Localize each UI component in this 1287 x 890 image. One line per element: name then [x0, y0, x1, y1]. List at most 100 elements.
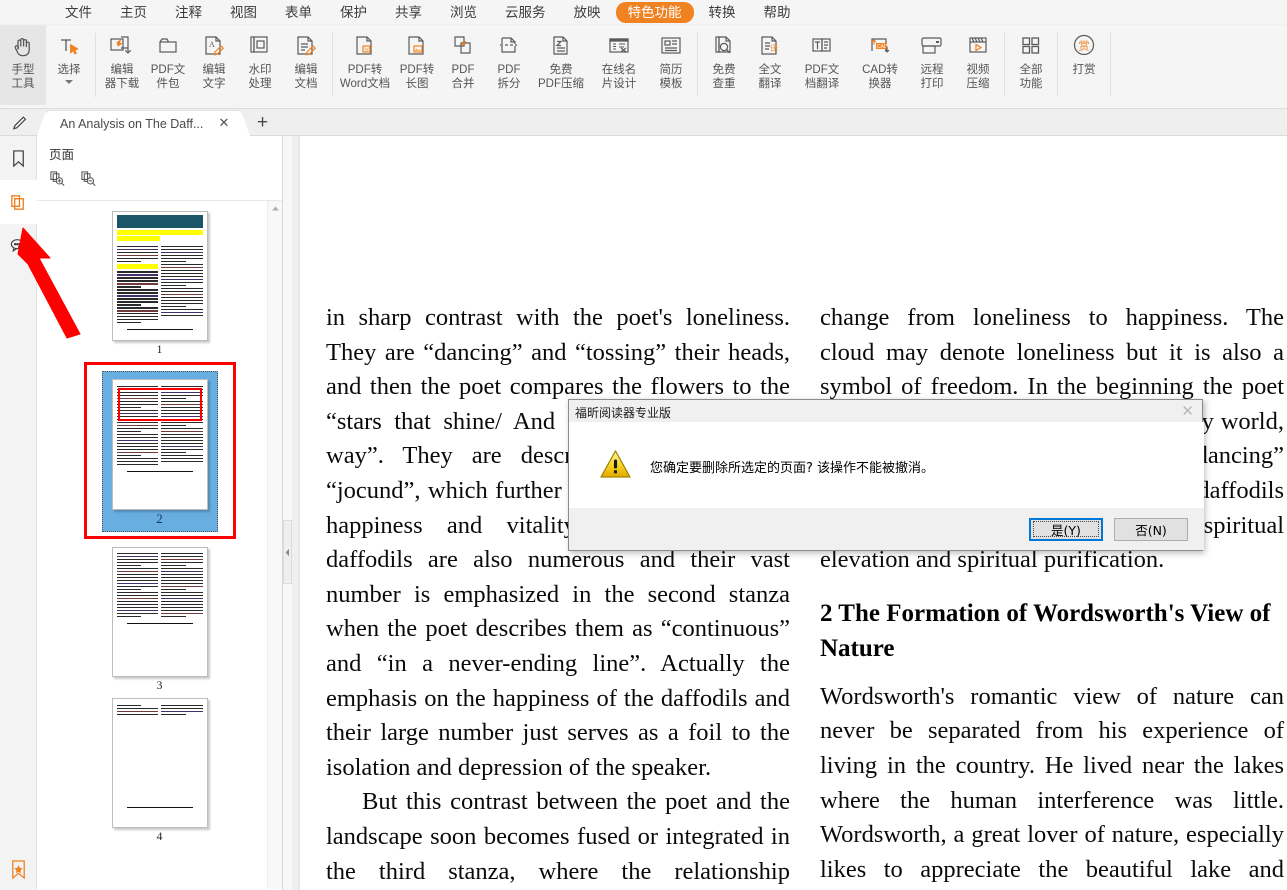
thumbnail-page-number: 3 [157, 680, 163, 692]
ribbon-pdf-package[interactable]: PDF文 件包 [145, 25, 191, 105]
menu-item-cloud[interactable]: 云服务 [492, 2, 559, 23]
thumbnail-scroll-area[interactable]: 1 [37, 201, 282, 889]
page-zoom-in-icon[interactable] [49, 170, 66, 192]
ribbon-all-features-label: 全部 功能 [1020, 64, 1043, 91]
pdf-split-icon [491, 30, 527, 62]
warning-triangle-icon [599, 449, 632, 483]
menu-item-present[interactable]: 放映 [561, 2, 614, 23]
ribbon-edit-doc[interactable]: 编辑 文档 [283, 25, 329, 105]
watermark-icon [242, 30, 278, 62]
thumbnail-page-3[interactable]: 3 [95, 547, 225, 692]
page-preview [112, 211, 208, 341]
ribbon-pdf-to-image-label: PDF转 长图 [400, 64, 435, 91]
sidebar-item-bookmarks[interactable] [0, 136, 37, 180]
page-highlight [117, 230, 203, 235]
thumbnail-page-number: 1 [157, 344, 163, 356]
right-text-column: change from loneliness to happiness. The… [820, 301, 1284, 890]
yes-button[interactable]: 是(Y) [1029, 518, 1103, 541]
ribbon-pdf-split[interactable]: PDF 拆分 [486, 25, 532, 105]
ribbon-editor-download-label: 编辑 器下载 [105, 64, 140, 91]
thumbnail-page-4[interactable]: 4 [95, 698, 225, 843]
bookmark-icon [10, 149, 27, 168]
page-preview [112, 379, 208, 510]
close-icon[interactable]: ✕ [217, 116, 231, 130]
video-compress-icon [960, 30, 996, 62]
pdf-merge-icon [445, 30, 481, 62]
ribbon-plagiarism-check[interactable]: 免费 查重 [701, 25, 747, 105]
menu-item-home[interactable]: 主页 [107, 2, 160, 23]
panel-collapse-handle[interactable] [283, 520, 292, 584]
menu-item-form[interactable]: 表单 [272, 2, 325, 23]
ribbon-divider [1110, 33, 1111, 97]
close-icon[interactable]: ✕ [1181, 404, 1194, 419]
left-text-column: in sharp contrast with the poet's loneli… [326, 301, 790, 890]
ribbon-pdf-merge[interactable]: PDF 合并 [440, 25, 486, 105]
thumbnail-scrollbar[interactable] [267, 201, 282, 889]
menu-item-file[interactable]: 文件 [52, 2, 105, 23]
page-preview [112, 698, 208, 828]
scroll-up-icon[interactable] [268, 201, 282, 216]
ribbon-reward[interactable]: 赏 打赏 [1061, 25, 1107, 105]
menu-item-share[interactable]: 共享 [382, 2, 435, 23]
thumbnail-page-2[interactable]: 2 [84, 362, 236, 539]
menu-item-help[interactable]: 帮助 [751, 2, 804, 23]
no-button[interactable]: 否(N) [1114, 518, 1188, 541]
page-region-highlight [118, 388, 202, 421]
ribbon-edit-text[interactable]: A 编辑 文字 [191, 25, 237, 105]
svg-text:A: A [209, 40, 215, 49]
menu-item-browse[interactable]: 浏览 [437, 2, 490, 23]
new-tab-button[interactable]: + [257, 113, 268, 132]
ribbon-pdf-compress[interactable]: 免费 PDF压缩 [532, 25, 590, 105]
ribbon-watermark-label: 水印 处理 [249, 64, 272, 91]
ribbon-remote-print[interactable]: 远程 打印 [909, 25, 955, 105]
page-zoom-out-icon[interactable] [80, 170, 97, 192]
ribbon-watermark[interactable]: 水印 处理 [237, 25, 283, 105]
sidebar-item-comments[interactable] [0, 224, 37, 268]
menu-item-protect[interactable]: 保护 [327, 2, 380, 23]
ribbon-cad-converter[interactable]: CAD CAD转 换器 [851, 25, 909, 105]
svg-text:W: W [364, 47, 370, 53]
page-columns [113, 246, 207, 325]
ribbon-pdf-doc-translate-label: PDF文 档翻译 [805, 64, 840, 91]
pages-panel-title: 页面 [49, 144, 282, 163]
ribbon-pdf-doc-translate[interactable]: PDF文 档翻译 [793, 25, 851, 105]
ribbon-all-features[interactable]: 全部 功能 [1008, 25, 1054, 105]
edit-doc-icon [288, 30, 324, 62]
document-tab[interactable]: An Analysis on The Daff... ✕ [46, 111, 241, 136]
paragraph: But this contrast between the poet and t… [326, 785, 790, 890]
remote-print-icon [914, 30, 950, 62]
ribbon-editor-download[interactable]: 编辑 器下载 [99, 25, 145, 105]
chevron-down-icon[interactable] [65, 80, 73, 84]
document-tab-title: An Analysis on The Daff... [60, 117, 203, 131]
ribbon-edit-text-label: 编辑 文字 [203, 64, 226, 91]
section-heading: 2 The Formation of Wordsworth's View of … [820, 596, 1284, 666]
foxit-reader-window: 文件 主页 注释 视图 表单 保护 共享 浏览 云服务 放映 特色功能 转换 帮… [0, 0, 1287, 890]
ribbon-hand-tool[interactable]: 手型 工具 [0, 25, 46, 105]
ribbon-plagiarism-check-label: 免费 查重 [713, 64, 736, 91]
ribbon-divider [1057, 33, 1058, 97]
sidebar-item-pages[interactable] [0, 180, 37, 224]
ribbon-pdf-to-word[interactable]: W PDF转 Word文档 [336, 25, 394, 105]
ribbon-hand-tool-label: 手型 工具 [12, 64, 35, 91]
menu-item-featured[interactable]: 特色功能 [616, 2, 694, 23]
highlighter-tool-button[interactable] [8, 112, 32, 134]
ribbon-pdf-to-word-label: PDF转 Word文档 [340, 64, 390, 91]
ribbon-group-edit: 编辑 器下载 PDF文 件包 A [99, 25, 329, 109]
page-highlight [117, 236, 160, 241]
ribbon-video-compress[interactable]: 视频 压缩 [955, 25, 1001, 105]
menu-item-convert[interactable]: 转换 [696, 2, 749, 23]
ribbon-business-card-label: 在线名 片设计 [602, 64, 637, 91]
svg-text:CAD: CAD [877, 44, 888, 50]
ribbon-full-text-translate[interactable]: 译 全文 翻译 [747, 25, 793, 105]
ribbon-pdf-to-image[interactable]: PDF转 长图 [394, 25, 440, 105]
thumbnail-page-1[interactable]: 1 [95, 211, 225, 356]
sidebar-item-favorites[interactable] [0, 854, 37, 884]
yes-button-label: 是(Y) [1033, 521, 1099, 537]
ribbon-select-tool[interactable]: 选择 [46, 25, 92, 105]
dialog-footer: 是(Y) 否(N) [569, 508, 1204, 550]
ribbon-resume-template[interactable]: 简历 模板 [648, 25, 694, 105]
business-card-icon [601, 30, 637, 62]
menu-item-comment[interactable]: 注释 [162, 2, 215, 23]
ribbon-business-card[interactable]: 在线名 片设计 [590, 25, 648, 105]
menu-item-view[interactable]: 视图 [217, 2, 270, 23]
